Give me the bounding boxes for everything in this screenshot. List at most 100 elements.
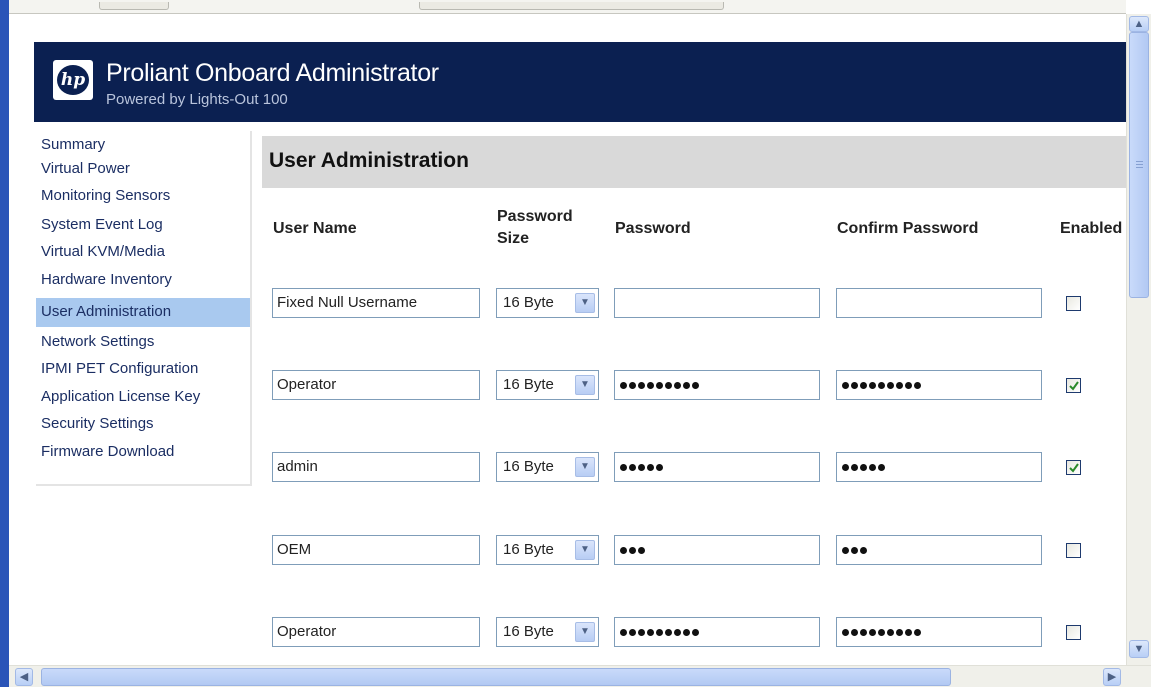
toolbar-segment xyxy=(99,2,169,10)
app-title: Proliant Onboard Administrator xyxy=(106,59,439,87)
sidebar-item-firmware-download[interactable]: Firmware Download xyxy=(36,440,250,468)
header-banner: hp Proliant Onboard Administrator Powere… xyxy=(34,42,1126,122)
password-mask-dot xyxy=(851,547,858,554)
vertical-scrollbar[interactable]: ▲ ▼ xyxy=(1126,14,1151,665)
chevron-down-icon[interactable]: ▼ xyxy=(575,293,595,313)
password-mask-dot xyxy=(860,382,867,389)
scroll-grip xyxy=(1136,167,1143,168)
enabled-checkbox[interactable] xyxy=(1066,625,1081,640)
password-mask-dot xyxy=(638,547,645,554)
sidebar-item-virtual-kvm-media[interactable]: Virtual KVM/Media xyxy=(36,241,250,269)
password-mask-dot xyxy=(674,629,681,636)
sidebar-item-network-settings[interactable]: Network Settings xyxy=(36,327,250,356)
enabled-checkbox[interactable] xyxy=(1066,296,1081,311)
password-field[interactable] xyxy=(614,535,820,565)
password-size-value: 16 Byte xyxy=(503,458,554,475)
confirm-password-field[interactable] xyxy=(836,535,1042,565)
password-field[interactable] xyxy=(614,370,820,400)
sidebar-item-user-administration[interactable]: User Administration xyxy=(36,298,250,327)
password-mask-dot xyxy=(683,382,690,389)
confirm-password-field[interactable] xyxy=(836,617,1042,647)
column-header-enabled: Enabled xyxy=(1060,220,1123,237)
hp-logo: hp xyxy=(53,60,93,100)
username-field[interactable]: Fixed Null Username xyxy=(272,288,480,318)
password-mask-dot xyxy=(638,464,645,471)
password-size-value: 16 Byte xyxy=(503,623,554,640)
password-mask-dot xyxy=(638,382,645,389)
password-mask-dot xyxy=(851,464,858,471)
password-mask-dot xyxy=(620,464,627,471)
password-mask-dot xyxy=(683,629,690,636)
column-header-password: Password xyxy=(615,220,691,237)
enabled-checkbox[interactable] xyxy=(1066,378,1081,393)
chevron-down-icon[interactable]: ▼ xyxy=(575,375,595,395)
password-mask-dot xyxy=(629,547,636,554)
scroll-right-arrow-icon[interactable]: ▶ xyxy=(1103,668,1121,686)
password-mask-dot xyxy=(842,382,849,389)
sidebar-item-hardware-inventory[interactable]: Hardware Inventory xyxy=(36,269,250,298)
username-field[interactable]: OEM xyxy=(272,535,480,565)
password-size-select[interactable]: 16 Byte ▼ xyxy=(496,452,599,482)
password-field[interactable] xyxy=(614,288,820,318)
sidebar-item-security-settings[interactable]: Security Settings xyxy=(36,412,250,440)
password-size-select[interactable]: 16 Byte ▼ xyxy=(496,535,599,565)
checkmark-icon xyxy=(1069,381,1079,391)
vertical-scroll-thumb[interactable] xyxy=(1129,32,1149,298)
password-mask-dot xyxy=(647,382,654,389)
main-content: User Administration User Name Password S… xyxy=(262,136,1126,665)
password-mask-dot xyxy=(647,629,654,636)
password-mask-dot xyxy=(851,629,858,636)
password-mask-dot xyxy=(629,629,636,636)
password-mask-dot xyxy=(656,464,663,471)
enabled-checkbox[interactable] xyxy=(1066,460,1081,475)
password-size-select[interactable]: 16 Byte ▼ xyxy=(496,617,599,647)
sidebar-item-virtual-power[interactable]: Virtual Power xyxy=(36,156,250,185)
page-title: User Administration xyxy=(262,136,1126,188)
password-mask-dot xyxy=(914,629,921,636)
password-mask-dot xyxy=(851,382,858,389)
username-field[interactable]: Operator xyxy=(272,617,480,647)
password-mask-dot xyxy=(620,547,627,554)
username-field[interactable]: admin xyxy=(272,452,480,482)
password-size-value: 16 Byte xyxy=(503,376,554,393)
password-mask-dot xyxy=(842,464,849,471)
password-mask-dot xyxy=(665,629,672,636)
username-field[interactable]: Operator xyxy=(272,370,480,400)
horizontal-scroll-thumb[interactable] xyxy=(41,668,951,686)
password-size-select[interactable]: 16 Byte ▼ xyxy=(496,370,599,400)
password-mask-dot xyxy=(878,382,885,389)
password-mask-dot xyxy=(905,629,912,636)
chevron-down-icon[interactable]: ▼ xyxy=(575,540,595,560)
password-mask-dot xyxy=(860,547,867,554)
password-field[interactable] xyxy=(614,617,820,647)
sidebar-item-ipmi-pet-configuration[interactable]: IPMI PET Configuration xyxy=(36,356,250,384)
password-mask-dot xyxy=(629,382,636,389)
sidebar-item-summary[interactable]: Summary xyxy=(36,131,250,156)
password-mask-dot xyxy=(647,464,654,471)
enabled-checkbox[interactable] xyxy=(1066,543,1081,558)
hp-logo-mark: hp xyxy=(57,65,89,95)
sidebar-item-system-event-log[interactable]: System Event Log xyxy=(36,213,250,241)
chevron-down-icon[interactable]: ▼ xyxy=(575,622,595,642)
confirm-password-field[interactable] xyxy=(836,452,1042,482)
app-subtitle: Powered by Lights-Out 100 xyxy=(106,91,288,108)
scroll-down-arrow-icon[interactable]: ▼ xyxy=(1129,640,1149,658)
sidebar-item-application-license-key[interactable]: Application License Key xyxy=(36,384,250,412)
password-mask-dot xyxy=(887,629,894,636)
column-header-password-size-line2: Size xyxy=(497,230,530,247)
password-mask-dot xyxy=(638,629,645,636)
horizontal-scrollbar[interactable]: ◀ ▶ xyxy=(9,665,1151,687)
column-header-password-size-line1: Password xyxy=(497,208,573,225)
scroll-grip xyxy=(1136,164,1143,165)
sidebar-item-monitoring-sensors[interactable]: Monitoring Sensors xyxy=(36,185,250,213)
confirm-password-field[interactable] xyxy=(836,370,1042,400)
password-size-select[interactable]: 16 Byte ▼ xyxy=(496,288,599,318)
scroll-left-arrow-icon[interactable]: ◀ xyxy=(15,668,33,686)
password-mask-dot xyxy=(629,464,636,471)
password-field[interactable] xyxy=(614,452,820,482)
confirm-password-field[interactable] xyxy=(836,288,1042,318)
password-mask-dot xyxy=(656,629,663,636)
scroll-up-arrow-icon[interactable]: ▲ xyxy=(1129,16,1149,32)
chevron-down-icon[interactable]: ▼ xyxy=(575,457,595,477)
sidebar-nav: Summary Virtual Power Monitoring Sensors… xyxy=(36,131,252,486)
